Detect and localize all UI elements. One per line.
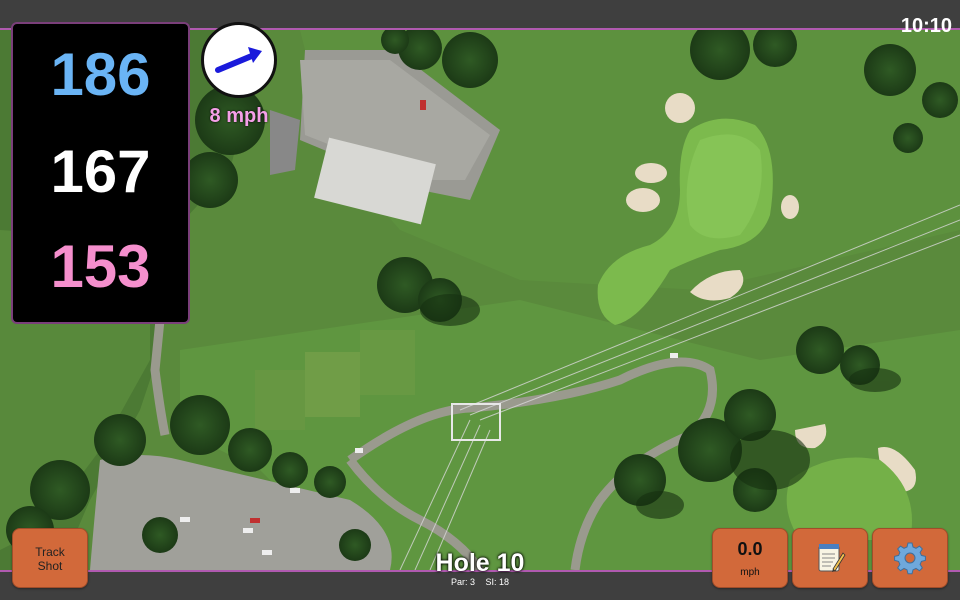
gear-icon [894,542,926,575]
back-distance: 186 [50,41,151,108]
hole-title[interactable]: Hole 10 [380,549,580,578]
speed-button[interactable]: 0.0 mph [712,528,788,588]
hole-meta: Par: 3 SI: 18 [380,577,580,587]
status-clock: 10:10 [900,15,952,37]
track-shot-label-line1: Track [35,545,65,559]
hole-stroke-index: SI: 18 [485,577,510,587]
wind-indicator[interactable] [201,22,277,98]
notepad-icon [818,544,846,572]
hole-par: Par: 3 [450,577,475,587]
settings-button[interactable] [872,528,948,588]
speed-value: 0.0 [737,539,763,559]
track-shot-label-line2: Shot [37,559,63,573]
track-shot-button[interactable]: Track Shot [12,528,88,588]
distance-panel[interactable]: 186 167 153 [11,22,190,324]
app-screen: 10:10 186 167 153 8 mph Track Shot Hole … [0,0,960,600]
middle-distance: 167 [50,138,151,205]
notes-button[interactable] [792,528,868,588]
front-distance: 153 [50,233,151,300]
speed-unit: mph [740,567,760,578]
wind-arrow-icon [215,47,262,73]
wind-speed-label: 8 mph [209,105,269,127]
